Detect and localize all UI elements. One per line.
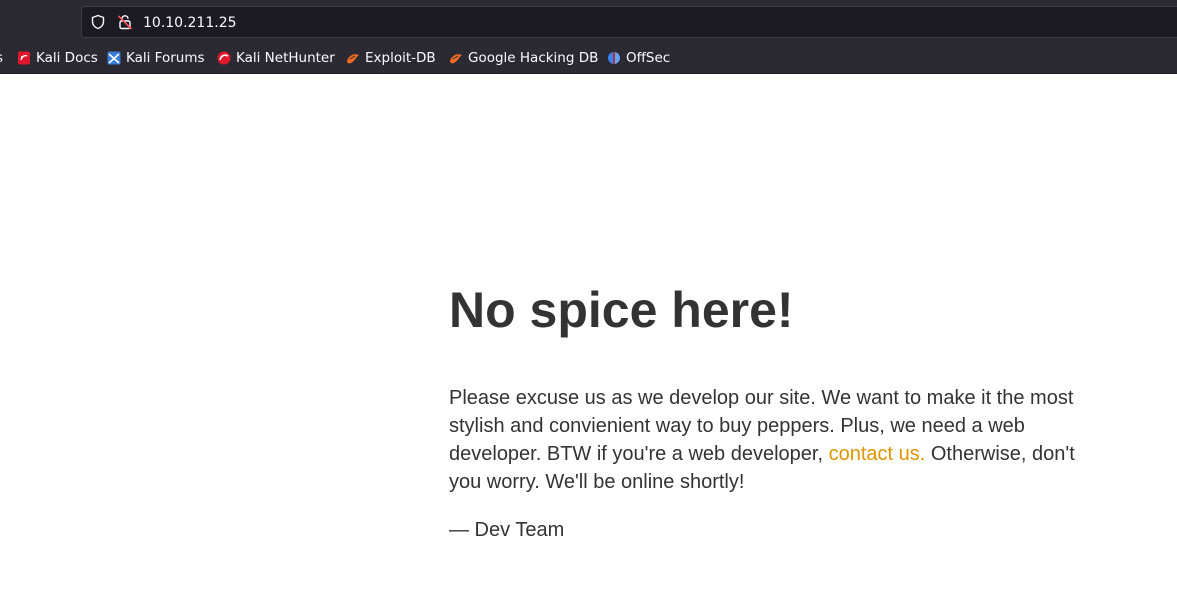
- bookmark-exploit-db[interactable]: Exploit-DB: [346, 47, 436, 69]
- bookmark-label: Exploit-DB: [365, 50, 436, 66]
- signoff-text: — Dev Team: [449, 519, 565, 541]
- bookmark-label: Google Hacking DB: [468, 50, 599, 66]
- bookmark-kali-docs[interactable]: Kali Docs: [17, 47, 98, 69]
- address-bar[interactable]: 10.10.211.25: [81, 6, 1177, 38]
- main-content: No spice here! Please excuse us as we de…: [449, 274, 1089, 544]
- bookmark-label: OffSec: [626, 50, 671, 66]
- page-title: No spice here!: [449, 282, 794, 338]
- url-text[interactable]: 10.10.211.25: [143, 14, 237, 32]
- bookmark-label: Kali Forums: [126, 50, 205, 66]
- offsec-icon: [608, 52, 620, 64]
- bookmark-offsec[interactable]: OffSec: [607, 47, 670, 69]
- bookmark-label: Kali Docs: [36, 50, 98, 66]
- message-paragraph: Please excuse us as we develop our site.…: [449, 384, 1089, 496]
- bookmark-partial[interactable]: s: [0, 47, 3, 69]
- bookmarks-toolbar: s Kali Docs Kali Forums Kali NetHunter: [0, 45, 1177, 71]
- bookmark-kali-nethunter[interactable]: Kali NetHunter: [217, 47, 335, 69]
- browser-chrome: 10.10.211.25 s Kali Docs Kali Forums: [0, 0, 1177, 74]
- exploit-db-icon: [450, 54, 462, 64]
- kali-forums-icon: [107, 51, 121, 65]
- kali-nethunter-icon: [217, 51, 231, 65]
- bookmark-google-hacking-db[interactable]: Google Hacking DB: [449, 47, 598, 69]
- bookmark-kali-forums[interactable]: Kali Forums: [107, 47, 205, 69]
- bookmark-label: Kali NetHunter: [236, 50, 335, 66]
- exploit-db-icon: [347, 54, 359, 64]
- kali-docs-icon: [18, 51, 30, 65]
- shield-icon[interactable]: [90, 14, 106, 30]
- contact-us-link[interactable]: contact us.: [829, 443, 926, 465]
- bookmark-label: s: [0, 50, 3, 66]
- page-body: No spice here! Please excuse us as we de…: [0, 74, 1177, 609]
- insecure-lock-icon[interactable]: [117, 14, 133, 30]
